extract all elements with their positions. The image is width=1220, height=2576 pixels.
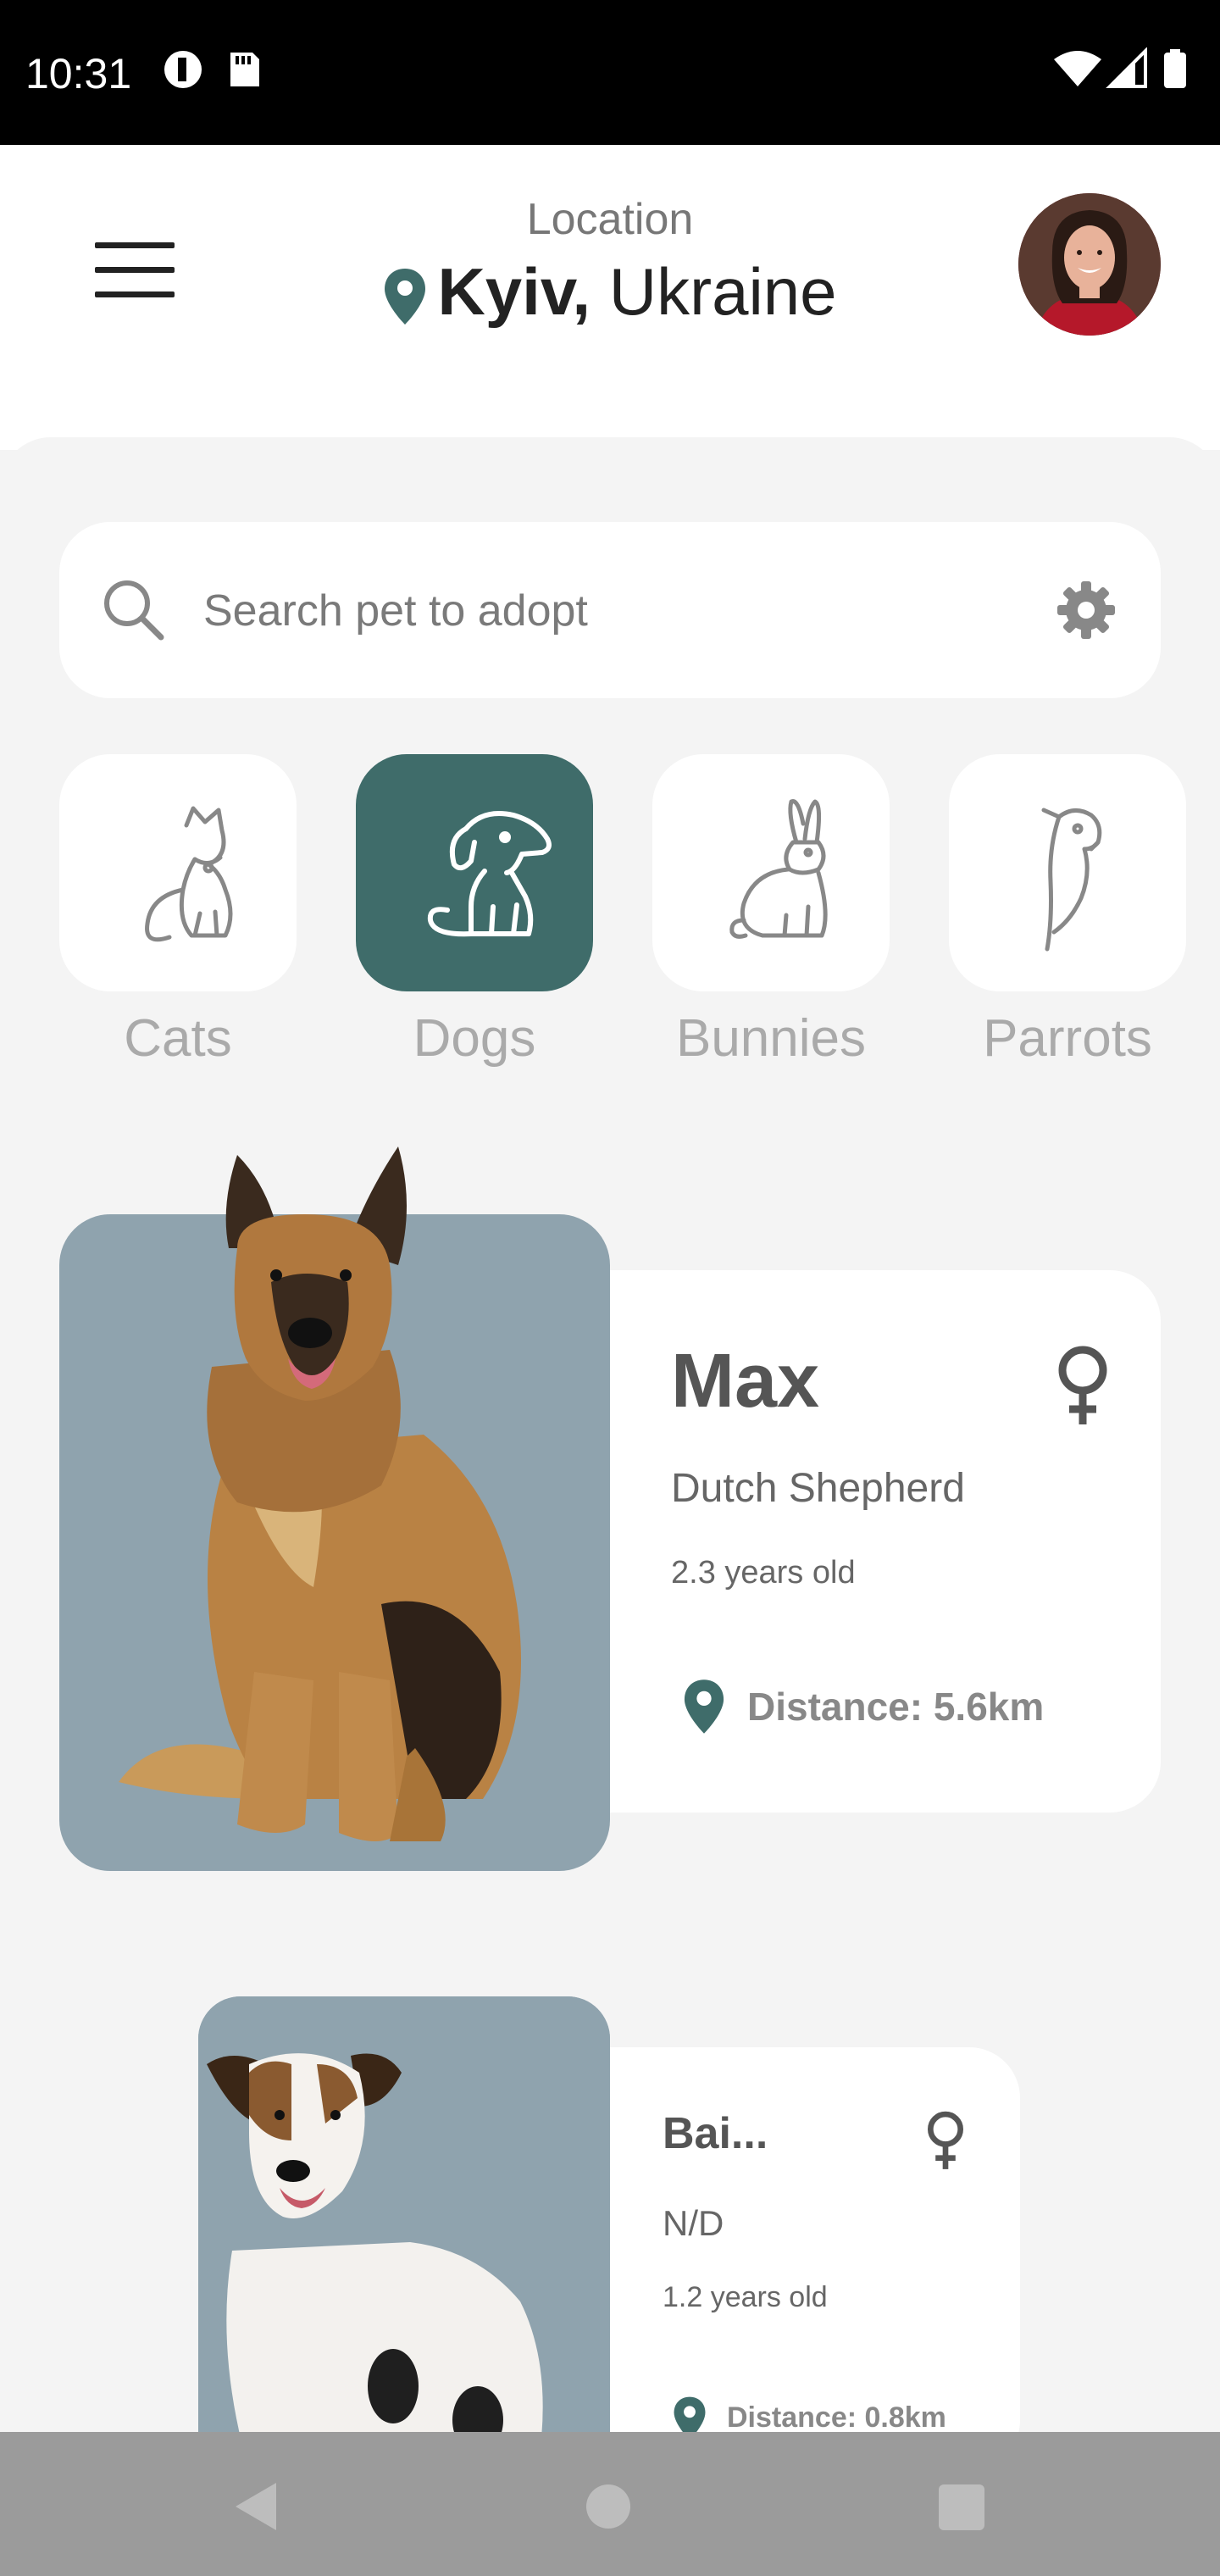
search-input[interactable] (202, 571, 968, 651)
pet-breed: Dutch Shepherd (671, 1466, 965, 1511)
pet-distance: Distance: 5.6km (747, 1685, 1045, 1729)
female-icon (928, 2111, 963, 2169)
home-icon[interactable] (586, 2484, 630, 2529)
main-content: Cats Dogs (0, 437, 1220, 2471)
location-pin-icon (385, 269, 426, 325)
location-pin-icon (684, 1679, 724, 1734)
app-header: Location Kyiv, Ukraine (0, 145, 1220, 450)
category-label-parrots: Parrots (983, 1009, 1152, 1068)
parrot-icon (1041, 808, 1102, 952)
status-system-icons (1052, 47, 1196, 94)
bunny-icon (729, 799, 828, 939)
pet-age: 1.2 years old (663, 2281, 828, 2313)
status-notification-icons (161, 47, 288, 94)
search-icon (104, 580, 164, 641)
category-tile-cats[interactable] (59, 754, 297, 991)
category-tile-parrots[interactable] (949, 754, 1186, 991)
location-city: Kyiv, (437, 254, 591, 329)
search-bar[interactable] (59, 522, 1161, 698)
pet-breed: N/D (663, 2203, 724, 2243)
pet-photo (198, 1996, 610, 2471)
dog-photo-jack-russell (198, 1996, 610, 2471)
dog-photo-german-shepherd (119, 1146, 521, 1841)
location-country: Ukraine (608, 254, 837, 329)
pet-card-bailey[interactable]: Bai... N/D 1.2 years old Distance: 0.8km (198, 1996, 1020, 2471)
pet-info: Max Dutch Shepherd 2.3 years old Distanc… (610, 1270, 1161, 1813)
pet-age: 2.3 years old (671, 1555, 856, 1591)
category-label-cats: Cats (124, 1009, 232, 1068)
system-nav-bar (0, 2432, 1220, 2576)
pet-distance: Distance: 0.8km (727, 2401, 946, 2434)
pet-name: Max (671, 1339, 820, 1424)
pet-card-max[interactable]: Max Dutch Shepherd 2.3 years old Distanc… (59, 1132, 1161, 1878)
pet-name: Bai... (663, 2109, 768, 2158)
category-list: Cats Dogs Bunnies Parrots (0, 754, 1220, 1068)
category-label-dogs: Dogs (413, 1009, 536, 1068)
cat-icon (145, 806, 233, 942)
category-tile-dogs[interactable] (356, 754, 593, 991)
recent-apps-icon[interactable] (939, 2484, 984, 2530)
pet-info: Bai... N/D 1.2 years old Distance: 0.8km (610, 2047, 1020, 2471)
avatar[interactable] (1018, 193, 1161, 336)
female-icon (1058, 1346, 1107, 1424)
dog-icon (427, 811, 552, 937)
category-label-bunnies: Bunnies (675, 1009, 867, 1068)
wifi-icon (1054, 51, 1101, 86)
gear-icon[interactable] (1052, 576, 1120, 644)
pet-photo (59, 1146, 610, 1871)
status-time: 10:31 (25, 50, 132, 97)
status-bar: 10:31 (0, 0, 1220, 145)
back-icon[interactable] (230, 2479, 281, 2534)
category-tile-bunnies[interactable] (652, 754, 890, 991)
